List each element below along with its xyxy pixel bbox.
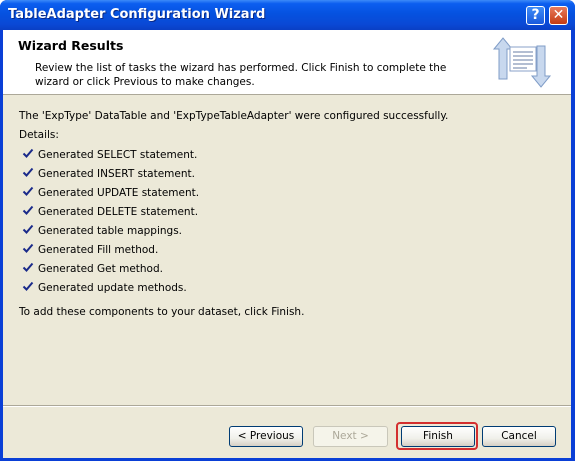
window-title: TableAdapter Configuration Wizard — [8, 7, 266, 22]
footer-note: To add these components to your dataset,… — [19, 306, 305, 318]
cancel-button[interactable]: Cancel — [482, 426, 556, 447]
previous-button[interactable]: < Previous — [229, 426, 303, 447]
task-text: Generated SELECT statement. — [38, 149, 198, 161]
wizard-data-icon — [492, 37, 552, 88]
checkmark-icon — [22, 243, 34, 253]
task-text: Generated Get method. — [38, 263, 163, 275]
wizard-client-area: Wizard Results Review the list of tasks … — [3, 30, 571, 458]
details-label: Details: — [19, 129, 59, 141]
checkmark-icon — [22, 262, 34, 272]
checkmark-icon — [22, 167, 34, 177]
task-text: Generated UPDATE statement. — [38, 187, 200, 199]
title-bar[interactable]: TableAdapter Configuration Wizard ? ✕ — [0, 0, 575, 30]
result-summary: The 'ExpType' DataTable and 'ExpTypeTabl… — [19, 110, 449, 122]
task-text: Generated Fill method. — [38, 244, 159, 256]
task-text: Generated INSERT statement. — [38, 168, 195, 180]
wizard-window: TableAdapter Configuration Wizard ? ✕ Wi… — [0, 0, 575, 461]
checkmark-icon — [22, 205, 34, 215]
checkmark-icon — [22, 224, 34, 234]
task-text: Generated DELETE statement. — [38, 206, 199, 218]
next-button: Next > — [313, 426, 388, 447]
checkmark-icon — [22, 281, 34, 291]
close-button[interactable]: ✕ — [549, 6, 568, 25]
checkmark-icon — [22, 186, 34, 196]
page-title: Wizard Results — [18, 38, 124, 53]
task-text: Generated update methods. — [38, 282, 187, 294]
wizard-header: Wizard Results Review the list of tasks … — [3, 30, 571, 95]
task-text: Generated table mappings. — [38, 225, 183, 237]
help-button[interactable]: ? — [526, 6, 545, 25]
button-divider — [3, 405, 571, 407]
checkmark-icon — [22, 148, 34, 158]
finish-button[interactable]: Finish — [401, 426, 475, 447]
page-description: Review the list of tasks the wizard has … — [35, 62, 447, 88]
